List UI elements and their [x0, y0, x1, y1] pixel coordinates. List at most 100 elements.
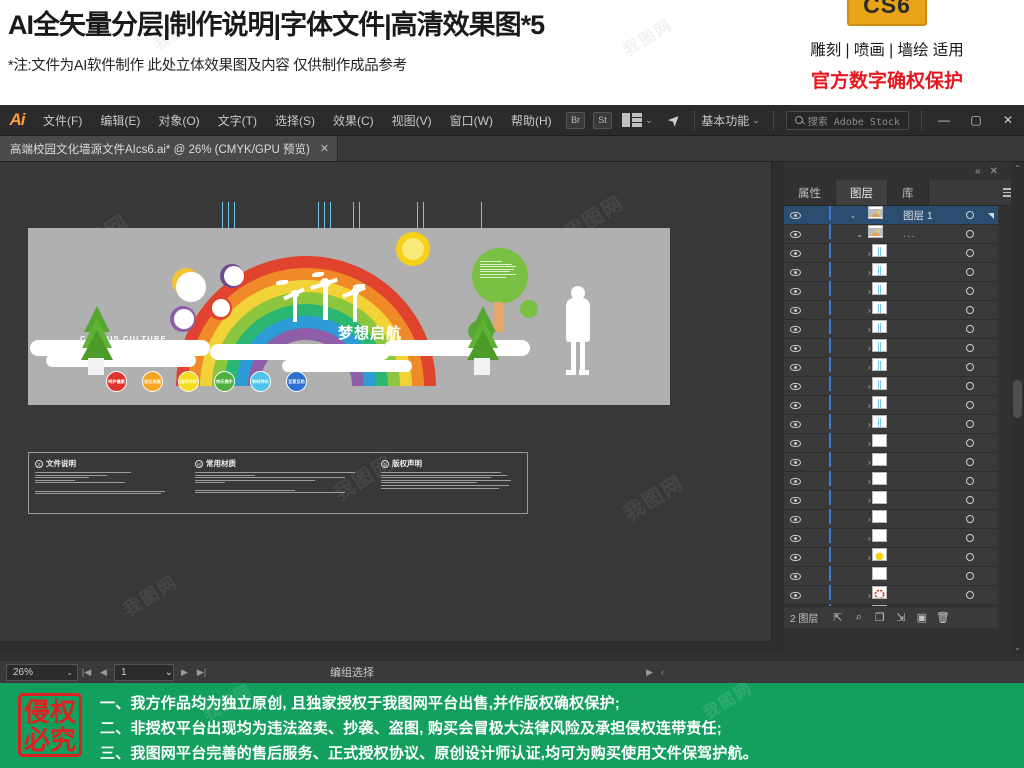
menu-edit[interactable]: 编辑(E): [91, 108, 149, 133]
visibility-toggle-icon[interactable]: [784, 548, 806, 566]
layer-row[interactable]: [784, 566, 998, 586]
layer-row[interactable]: ⌄...: [784, 224, 998, 244]
visibility-toggle-icon[interactable]: [784, 320, 806, 338]
chevron-down-icon[interactable]: ⌄: [165, 667, 173, 678]
menu-select[interactable]: 选择(S): [266, 108, 324, 133]
layer-row[interactable]: ›: [784, 528, 998, 548]
visibility-toggle-icon[interactable]: [784, 396, 806, 414]
search-icon[interactable]: ⌕: [849, 610, 868, 626]
visibility-toggle-icon[interactable]: [784, 263, 806, 281]
collapse-panel-icon[interactable]: «: [975, 166, 981, 177]
target-circle-icon[interactable]: [956, 434, 984, 452]
visibility-toggle-icon[interactable]: [784, 529, 806, 547]
prev-artboard-icon[interactable]: ◀: [95, 667, 112, 678]
artboard[interactable]: CAMPUS CULTURE 梦想启航 呵护健康 茁壮发展 自然作伴 快乐携手 …: [28, 228, 670, 405]
expand-arrow-icon[interactable]: ›: [834, 325, 871, 334]
rocket-icon[interactable]: ➤: [663, 109, 685, 131]
target-circle-icon[interactable]: [956, 358, 984, 376]
delete-layer-icon[interactable]: 🗑: [933, 610, 952, 626]
layer-row[interactable]: ›: [784, 376, 998, 396]
canvas-scrollbar-horizontal[interactable]: [0, 641, 784, 654]
chevron-down-icon[interactable]: ⌄: [645, 115, 653, 126]
layer-row[interactable]: ›: [784, 414, 998, 434]
expand-arrow-icon[interactable]: ›: [834, 591, 871, 600]
target-circle-icon[interactable]: [956, 225, 984, 243]
target-circle-icon[interactable]: [956, 396, 984, 414]
visibility-toggle-icon[interactable]: [784, 377, 806, 395]
expand-arrow-icon[interactable]: ›: [834, 249, 871, 258]
expand-arrow-icon[interactable]: ›: [834, 534, 871, 543]
target-circle-icon[interactable]: [956, 415, 984, 433]
target-circle-icon[interactable]: [956, 263, 984, 281]
menu-file[interactable]: 文件(F): [34, 108, 91, 133]
target-circle-icon[interactable]: [956, 244, 984, 262]
expand-arrow-icon[interactable]: ›: [834, 458, 871, 467]
expand-arrow-icon[interactable]: ›: [834, 420, 871, 429]
arrange-documents-icon[interactable]: [622, 113, 643, 127]
visibility-toggle-icon[interactable]: [784, 339, 806, 357]
layers-list[interactable]: ⌄图层 1⌄...›››››››››››››››››››››: [784, 206, 998, 606]
close-button[interactable]: ✕: [992, 105, 1024, 136]
expand-arrow-icon[interactable]: ›: [834, 477, 871, 486]
target-circle-icon[interactable]: [956, 586, 984, 604]
menu-effect[interactable]: 效果(C): [324, 108, 383, 133]
visibility-toggle-icon[interactable]: [784, 206, 806, 224]
target-circle-icon[interactable]: [956, 339, 984, 357]
layer-row[interactable]: ›: [784, 452, 998, 472]
layer-row[interactable]: ›: [784, 585, 998, 605]
expand-arrow-icon[interactable]: ›: [834, 306, 871, 315]
dock-scroll-thumb[interactable]: [1013, 380, 1022, 418]
layer-row[interactable]: ›: [784, 262, 998, 282]
next-artboard-icon[interactable]: ▶: [176, 667, 193, 678]
minimize-button[interactable]: —: [928, 105, 960, 136]
stock-icon[interactable]: St: [593, 111, 613, 129]
target-circle-icon[interactable]: [956, 301, 984, 319]
visibility-toggle-icon[interactable]: [784, 605, 806, 606]
layer-row[interactable]: ›: [784, 243, 998, 263]
visibility-toggle-icon[interactable]: [784, 453, 806, 471]
layer-name[interactable]: 图层 1: [898, 208, 956, 223]
canvas-scrollbar-vertical[interactable]: [771, 162, 784, 654]
target-circle-icon[interactable]: [956, 510, 984, 528]
layer-row[interactable]: ⌄ 图层 1: [784, 206, 998, 225]
expand-arrow-icon[interactable]: ⌄: [834, 211, 864, 220]
layer-row[interactable]: ›: [784, 509, 998, 529]
target-circle-icon[interactable]: [956, 472, 984, 490]
expand-arrow-icon[interactable]: ›: [834, 287, 871, 296]
scroll-down-icon[interactable]: ⌄: [1011, 643, 1024, 652]
target-circle-icon[interactable]: [956, 529, 984, 547]
dock-scrollbar[interactable]: ⌃ ⌄: [1011, 162, 1024, 654]
close-icon[interactable]: ✕: [320, 142, 329, 155]
target-circle-icon[interactable]: [956, 320, 984, 338]
expand-arrow-icon[interactable]: ›: [834, 496, 871, 505]
locate-object-icon[interactable]: ⇱: [828, 610, 847, 626]
menu-window[interactable]: 窗口(W): [441, 108, 502, 133]
target-circle-icon[interactable]: [956, 206, 984, 224]
tab-properties[interactable]: 属性: [784, 180, 836, 205]
layer-row[interactable]: ›: [784, 490, 998, 510]
chevron-down-icon[interactable]: ⌄: [66, 665, 77, 680]
expand-arrow-icon[interactable]: ›: [834, 268, 871, 277]
expand-arrow-icon[interactable]: ⌄: [834, 230, 864, 239]
menu-view[interactable]: 视图(V): [383, 108, 441, 133]
workspace-selector-label[interactable]: 基本功能: [701, 112, 749, 129]
menu-object[interactable]: 对象(O): [149, 108, 208, 133]
visibility-toggle-icon[interactable]: [784, 244, 806, 262]
layer-row[interactable]: ›: [784, 300, 998, 320]
tab-libraries[interactable]: 库: [888, 180, 929, 205]
expand-arrow-icon[interactable]: ›: [834, 515, 871, 524]
visibility-toggle-icon[interactable]: [784, 472, 806, 490]
artboard-number-input[interactable]: 1 ⌄: [114, 663, 174, 681]
layer-name[interactable]: ...: [898, 229, 956, 240]
workspace-chevron-down-icon[interactable]: ⌄: [752, 115, 760, 126]
layer-row[interactable]: ›: [784, 471, 998, 491]
close-panel-icon[interactable]: ✕: [990, 166, 998, 177]
expand-arrow-icon[interactable]: ›: [834, 344, 871, 353]
collect-icon[interactable]: ❐: [870, 610, 889, 626]
expand-arrow-icon[interactable]: ›: [834, 401, 871, 410]
scroll-up-icon[interactable]: ⌃: [1011, 164, 1024, 173]
document-tab[interactable]: 高端校园文化墙源文件AIcs6.ai* @ 26% (CMYK/GPU 预览) …: [0, 136, 339, 161]
target-circle-icon[interactable]: [956, 605, 984, 606]
zoom-level-input[interactable]: 26% ⌄: [6, 663, 78, 681]
status-play-icon[interactable]: ▶: [646, 667, 653, 678]
